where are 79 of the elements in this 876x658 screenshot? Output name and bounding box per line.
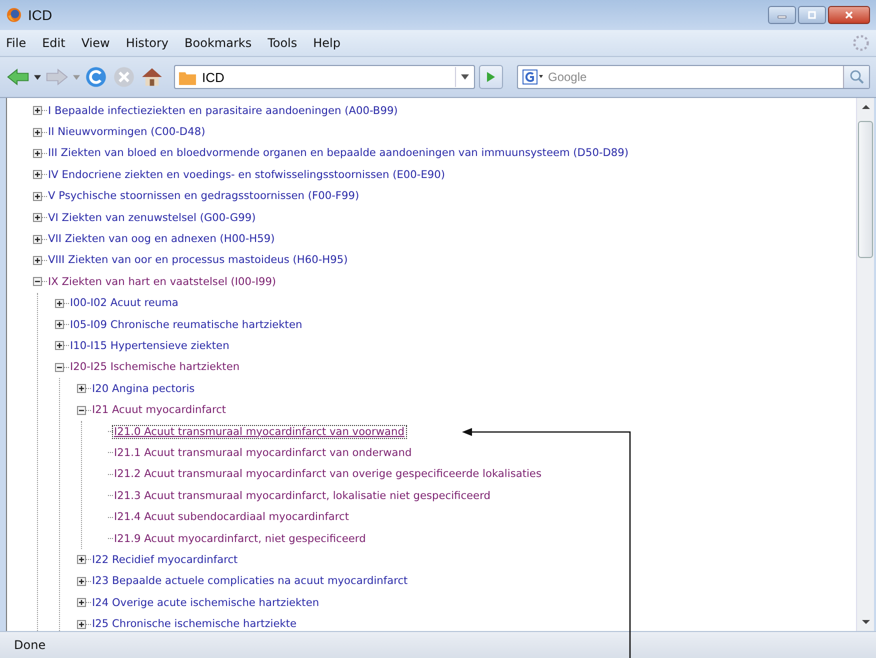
maximize-button[interactable] xyxy=(798,6,826,24)
reload-icon xyxy=(84,66,108,88)
tree-link[interactable]: VIII Ziekten van oor en processus mastoideus (H60-H95) xyxy=(47,254,349,266)
expand-icon[interactable] xyxy=(33,256,42,265)
tree-link[interactable]: VI Ziekten van zenuwstelsel (G00-G99) xyxy=(47,212,257,224)
tree-link[interactable]: I21.1 Acuut transmuraal myocardinfarct van onderwand xyxy=(113,446,413,459)
tree-link[interactable]: I21.0 Acuut transmuraal myocardinfarct van voorwand xyxy=(113,426,406,438)
folder-icon xyxy=(179,70,196,84)
forward-arrow-icon xyxy=(45,66,69,88)
menu-item[interactable]: History xyxy=(126,36,169,50)
tree-link[interactable]: I24 Overige acute ischemische hartziekten xyxy=(91,596,320,609)
house-icon xyxy=(140,66,164,88)
tree-link[interactable]: I22 Recidief myocardinfarct xyxy=(91,554,239,566)
expand-icon[interactable] xyxy=(33,106,42,116)
tree-link[interactable]: II Nieuwvormingen (C00-D48) xyxy=(47,126,206,138)
scroll-down-icon[interactable] xyxy=(862,619,870,625)
search-icon xyxy=(848,69,864,85)
search-button[interactable] xyxy=(843,66,869,88)
reload-button[interactable] xyxy=(84,66,108,88)
menu-item[interactable]: File xyxy=(6,36,26,50)
expand-icon[interactable] xyxy=(77,598,86,608)
expand-icon[interactable] xyxy=(77,384,86,394)
expand-icon[interactable] xyxy=(33,128,42,137)
tree-link[interactable]: I10-I15 Hypertensieve ziekten xyxy=(69,340,230,352)
address-bar[interactable]: ICD xyxy=(174,65,475,89)
tree-link[interactable]: I21.4 Acuut subendocardiaal myocardinfarct xyxy=(113,511,350,524)
tree-link[interactable]: I23 Bepaalde actuele complicaties na acuut myocardinfarct xyxy=(91,575,409,588)
expand-icon[interactable] xyxy=(33,192,42,201)
window-title: ICD xyxy=(28,7,54,23)
tree-link[interactable]: I21.9 Acuut myocardinfarct, niet gespecificeerd xyxy=(113,532,367,544)
expand-icon[interactable] xyxy=(77,620,86,629)
maximize-icon xyxy=(806,11,818,19)
scroll-thumb[interactable] xyxy=(858,121,873,258)
search-bar[interactable]: Google xyxy=(517,65,870,89)
expand-icon[interactable] xyxy=(33,170,42,180)
menu-item[interactable]: Bookmarks xyxy=(184,36,252,50)
tree-link[interactable]: I20-I25 Ischemische hartziekten xyxy=(69,361,241,374)
menu-item[interactable]: View xyxy=(81,36,110,50)
tree-link[interactable]: I20 Angina pectoris xyxy=(91,382,196,395)
tree-link[interactable]: III Ziekten van bloed en bloedvormende organen en bepaalde aandoeningen van immuunsysteem (D50-D89) xyxy=(47,147,630,160)
tree-link[interactable]: I05-I09 Chronische reumatische hartziekten xyxy=(69,318,304,331)
expand-icon[interactable] xyxy=(33,148,42,158)
collapse-icon[interactable] xyxy=(33,277,42,286)
status-text: Done xyxy=(14,638,46,652)
expand-icon[interactable] xyxy=(55,341,64,350)
stop-icon xyxy=(112,66,136,88)
scroll-up-icon[interactable] xyxy=(862,104,870,110)
menu-item[interactable]: Tools xyxy=(268,36,298,50)
expand-icon[interactable] xyxy=(55,298,64,308)
collapse-icon[interactable] xyxy=(77,406,86,415)
throbber-icon xyxy=(852,34,870,52)
tree-link[interactable]: IX Ziekten van hart en vaatstelsel (I00-I99) xyxy=(47,276,278,288)
tree-link[interactable]: I00-I02 Acuut reuma xyxy=(69,297,180,310)
minimize-button[interactable] xyxy=(768,6,796,24)
tree-link[interactable]: VII Ziekten van oog en adnexen (H00-H59) xyxy=(47,233,276,246)
home-button[interactable] xyxy=(140,66,164,88)
expand-icon[interactable] xyxy=(77,576,86,586)
browser-logo-icon xyxy=(6,7,22,23)
dropdown-caret-icon[interactable] xyxy=(34,74,41,80)
go-button[interactable] xyxy=(479,65,503,89)
tree-link[interactable]: I21.3 Acuut transmuraal myocardinfarct, lokalisatie niet gespecificeerd xyxy=(113,490,492,502)
tree-link[interactable]: IV Endocriene ziekten en voedings- en stofwisselingsstoornissen (E00-E90) xyxy=(47,168,446,181)
tree-link[interactable]: I25 Chronische ischemische hartziekte xyxy=(91,618,298,630)
close-icon xyxy=(843,11,855,19)
play-icon xyxy=(486,71,496,83)
tree-link[interactable]: I21.2 Acuut transmuraal myocardinfarct van overige gespecificeerde lokalisaties xyxy=(113,468,542,480)
back-arrow-icon xyxy=(6,66,30,88)
collapse-icon[interactable] xyxy=(55,362,64,372)
expand-icon[interactable] xyxy=(55,320,64,330)
expand-icon[interactable] xyxy=(33,234,42,244)
vertical-scrollbar[interactable] xyxy=(856,98,874,631)
tree-link[interactable]: V Psychische stoornissen en gedragsstoornissen (F00-F99) xyxy=(47,190,360,202)
menu-item[interactable]: Help xyxy=(313,36,340,50)
expand-icon[interactable] xyxy=(33,213,42,222)
menu-item[interactable]: Edit xyxy=(42,36,66,50)
expand-icon[interactable] xyxy=(77,555,86,564)
tree-link[interactable]: I21 Acuut myocardinfarct xyxy=(91,404,228,416)
tree-link[interactable]: I Bepaalde infectieziekten en parasitaire aandoeningen (A00-B99) xyxy=(47,104,399,117)
close-button[interactable] xyxy=(828,6,870,24)
